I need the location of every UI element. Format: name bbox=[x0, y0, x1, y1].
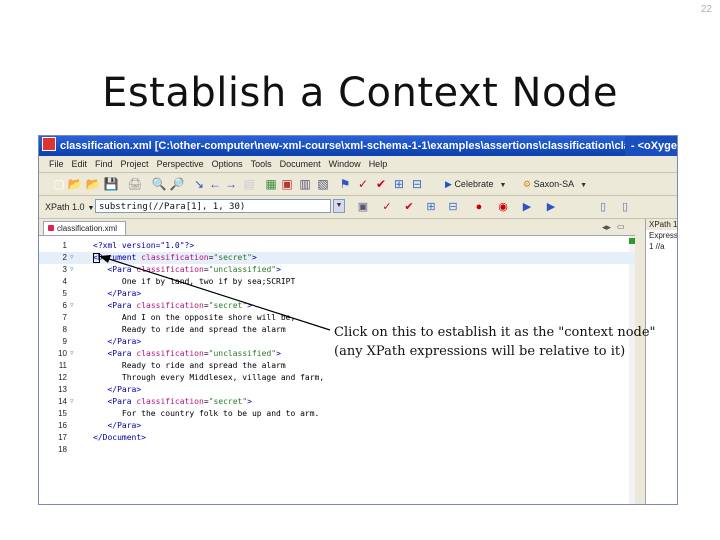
callout-text: Click on this to establish it as the "co… bbox=[334, 323, 656, 361]
callout-arrow bbox=[99, 255, 331, 331]
callout-line-1: Click on this to establish it as the "co… bbox=[334, 325, 656, 340]
callout-line-2: (any XPath expressions will be relative … bbox=[334, 344, 626, 359]
